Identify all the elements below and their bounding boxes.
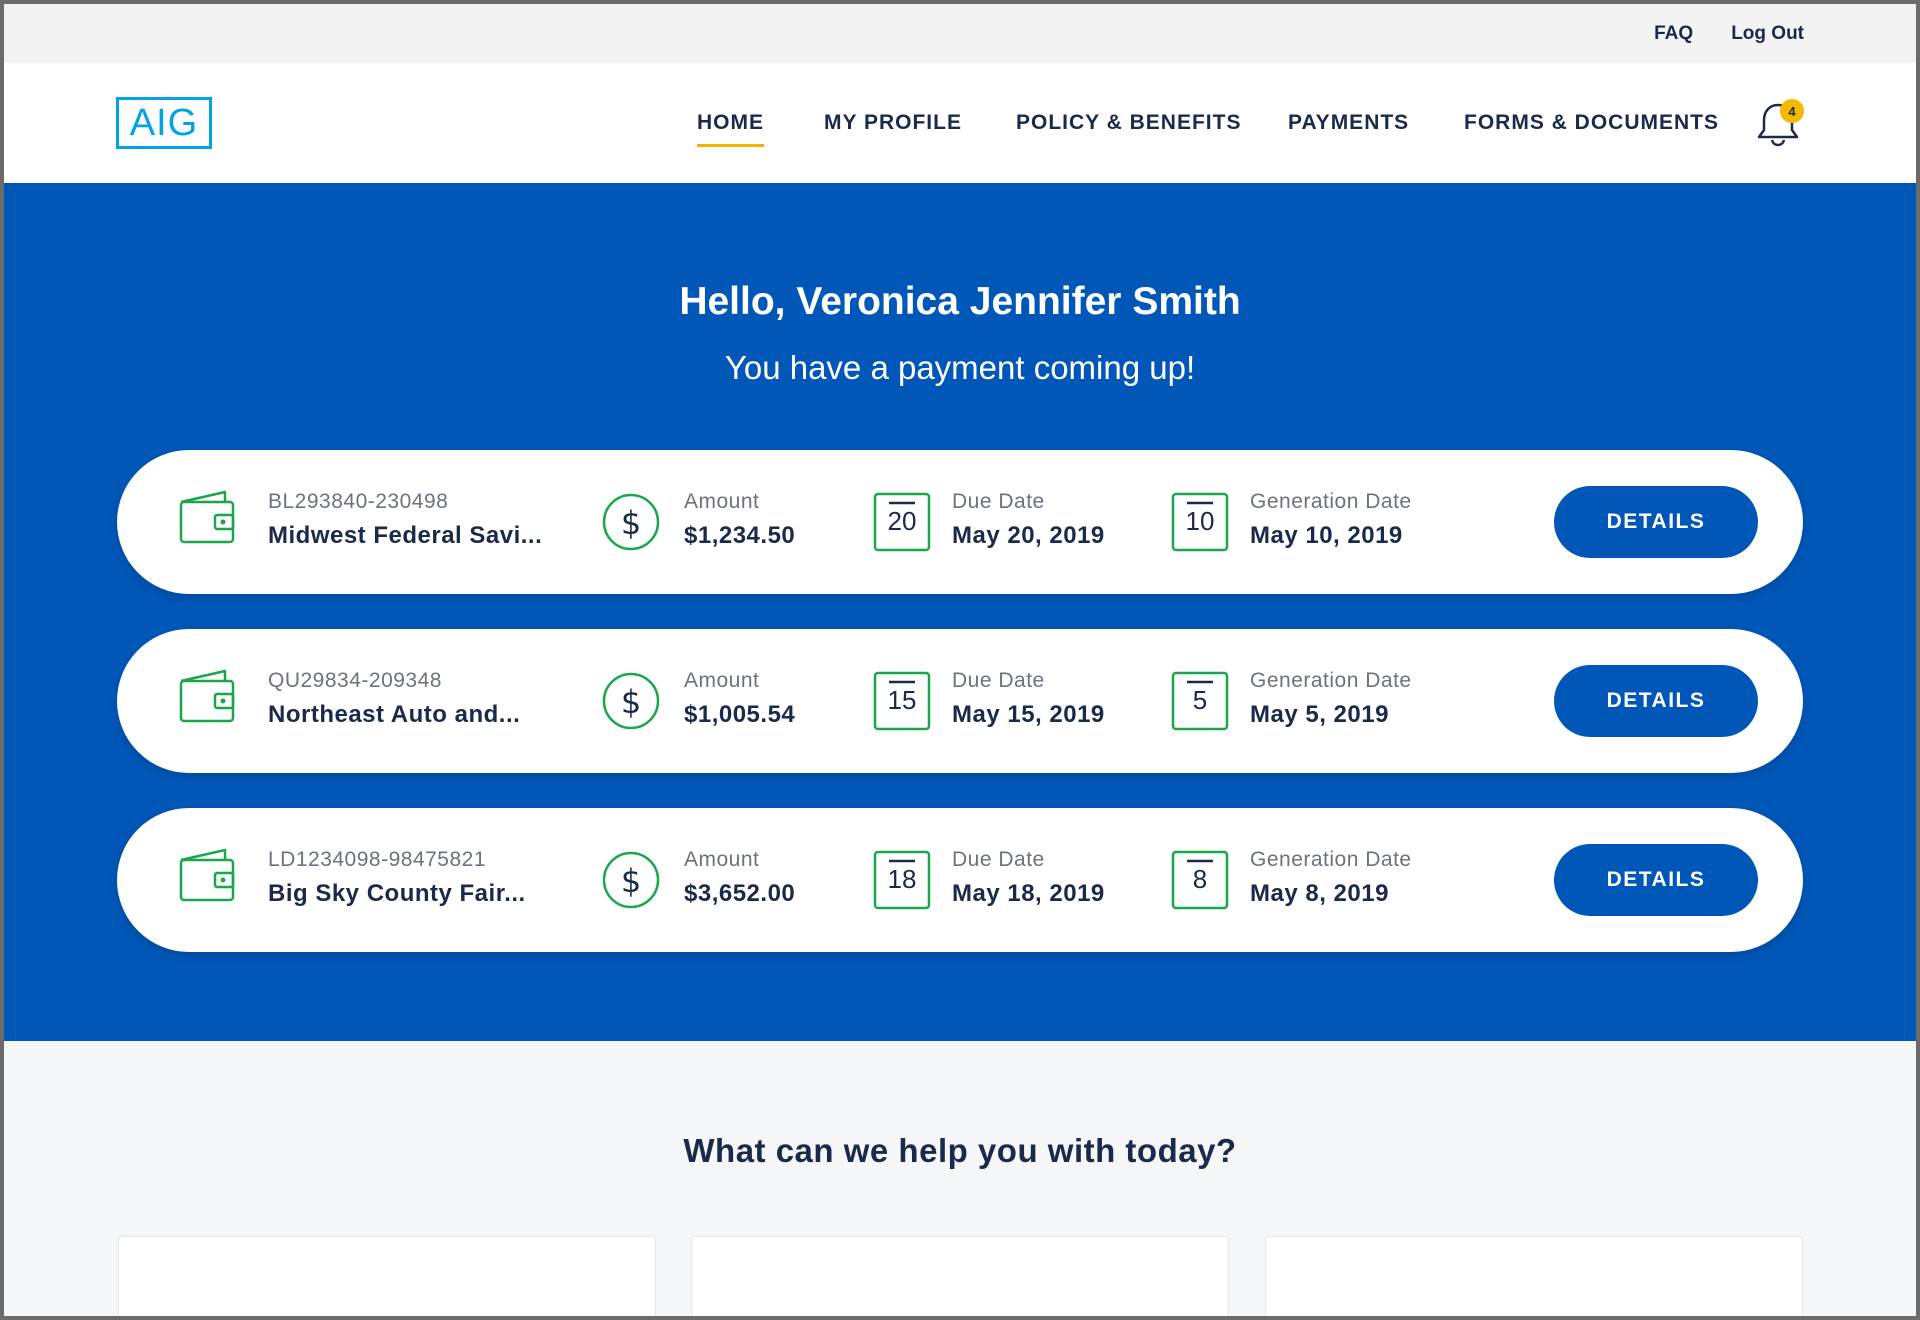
generation-date-label: Generation Date: [1250, 669, 1412, 692]
calendar-icon: 20: [873, 492, 931, 552]
due-date-label: Due Date: [952, 490, 1045, 513]
policy-id: BL293840-230498: [268, 490, 449, 513]
logout-link[interactable]: Log Out: [1731, 23, 1804, 45]
generation-date-label: Generation Date: [1250, 848, 1412, 871]
calendar-icon: 15: [873, 671, 931, 731]
due-date-cell: Due Date May 20, 2019: [952, 490, 1105, 550]
calendar-icon: 8: [1171, 850, 1229, 910]
dollar-circle-icon: $: [602, 851, 660, 909]
generation-date-cell: Generation Date May 8, 2019: [1250, 848, 1412, 908]
notification-count-badge: 4: [1780, 99, 1804, 123]
generation-date-cell: Generation Date May 5, 2019: [1250, 669, 1412, 729]
policy-id: LD1234098-98475821: [268, 848, 487, 871]
generation-date-value: May 5, 2019: [1250, 701, 1389, 728]
main-nav: HOME MY PROFILE POLICY & BENEFITS PAYMEN…: [4, 63, 1916, 183]
amount-cell: Amount $1,234.50: [684, 490, 795, 550]
amount-cell: Amount $3,652.00: [684, 848, 795, 908]
amount-label: Amount: [684, 848, 760, 871]
calendar-icon: 18: [873, 850, 931, 910]
amount-value: $3,652.00: [684, 880, 796, 907]
amount-value: $1,005.54: [684, 701, 796, 728]
due-day: 18: [887, 864, 917, 894]
dollar-circle-icon: $: [602, 672, 660, 730]
due-date-value: May 20, 2019: [952, 522, 1105, 549]
payment-card: QU29834-209348 Northeast Auto and... $ A…: [117, 629, 1803, 773]
generation-date-cell: Generation Date May 10, 2019: [1250, 490, 1412, 550]
policy-id: QU29834-209348: [268, 669, 442, 692]
due-date-label: Due Date: [952, 848, 1045, 871]
help-card[interactable]: [691, 1236, 1229, 1316]
due-day: 15: [887, 685, 917, 715]
app-frame: FAQ Log Out AIG HOME MY PROFILE POLICY &…: [4, 4, 1916, 1316]
generation-day: 5: [1192, 685, 1208, 715]
greeting-subtitle: You have a payment coming up!: [724, 349, 1196, 386]
policy-cell: QU29834-209348 Northeast Auto and...: [268, 669, 520, 729]
svg-text:$: $: [621, 504, 641, 542]
amount-label: Amount: [684, 490, 760, 513]
nav-policy-benefits[interactable]: POLICY & BENEFITS: [1016, 111, 1241, 135]
due-date-label: Due Date: [952, 669, 1045, 692]
policy-name: Midwest Federal Savi...: [268, 522, 543, 549]
details-button[interactable]: DETAILS: [1554, 486, 1758, 558]
policy-cell: LD1234098-98475821 Big Sky County Fair..…: [268, 848, 526, 908]
policy-name: Big Sky County Fair...: [268, 880, 526, 907]
due-date-cell: Due Date May 18, 2019: [952, 848, 1105, 908]
due-date-value: May 18, 2019: [952, 880, 1105, 907]
nav-home[interactable]: HOME: [697, 111, 764, 147]
greeting-title: Hello, Veronica Jennifer Smith: [679, 280, 1241, 323]
dollar-circle-icon: $: [602, 493, 660, 551]
utility-bar: FAQ Log Out: [4, 4, 1916, 63]
svg-text:$: $: [621, 683, 641, 721]
nav-my-profile[interactable]: MY PROFILE: [824, 111, 962, 135]
generation-day: 10: [1185, 506, 1215, 536]
generation-date-label: Generation Date: [1250, 490, 1412, 513]
help-card[interactable]: [118, 1236, 656, 1316]
policy-name: Northeast Auto and...: [268, 701, 521, 728]
help-card[interactable]: [1265, 1236, 1803, 1316]
amount-value: $1,234.50: [684, 522, 796, 549]
wallet-icon: [179, 490, 235, 544]
svg-text:$: $: [621, 862, 641, 900]
amount-label: Amount: [684, 669, 760, 692]
payment-card: BL293840-230498 Midwest Federal Savi... …: [117, 450, 1803, 594]
policy-cell: BL293840-230498 Midwest Federal Savi...: [268, 490, 542, 550]
help-title: What can we help you with today?: [683, 1132, 1237, 1169]
nav-payments[interactable]: PAYMENTS: [1288, 111, 1409, 135]
due-date-cell: Due Date May 15, 2019: [952, 669, 1105, 729]
amount-cell: Amount $1,005.54: [684, 669, 795, 729]
wallet-icon: [179, 669, 235, 723]
generation-day: 8: [1192, 864, 1208, 894]
due-date-value: May 15, 2019: [952, 701, 1105, 728]
hero-section: Hello, Veronica Jennifer Smith You have …: [4, 183, 1916, 1041]
payment-card: LD1234098-98475821 Big Sky County Fair..…: [117, 808, 1803, 952]
due-day: 20: [887, 506, 917, 536]
main-header: AIG HOME MY PROFILE POLICY & BENEFITS PA…: [4, 63, 1916, 183]
faq-link[interactable]: FAQ: [1654, 23, 1693, 45]
nav-forms-documents[interactable]: FORMS & DOCUMENTS: [1464, 111, 1719, 135]
generation-date-value: May 10, 2019: [1250, 522, 1403, 549]
wallet-icon: [179, 848, 235, 902]
calendar-icon: 5: [1171, 671, 1229, 731]
generation-date-value: May 8, 2019: [1250, 880, 1389, 907]
details-button[interactable]: DETAILS: [1554, 844, 1758, 916]
notifications-button[interactable]: 4: [1756, 99, 1804, 149]
calendar-icon: 10: [1171, 492, 1229, 552]
details-button[interactable]: DETAILS: [1554, 665, 1758, 737]
